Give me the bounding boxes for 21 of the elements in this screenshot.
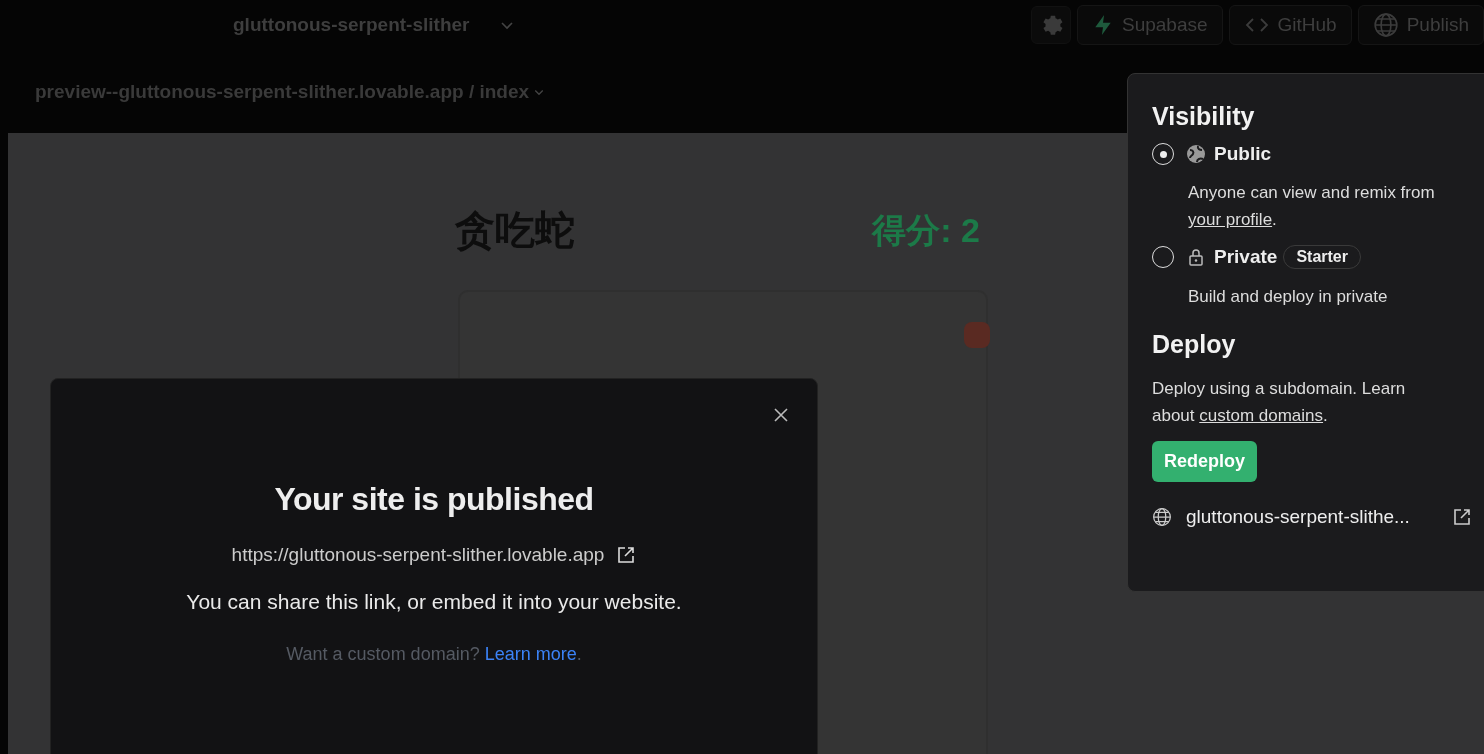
learn-more-link[interactable]: Learn more (484, 644, 577, 664)
redeploy-button[interactable]: Redeploy (1152, 441, 1258, 482)
profile-link[interactable]: your profile (1188, 210, 1273, 229)
share-note: You can share this link, or embed it into your website. (186, 590, 682, 614)
option-description: Build and deploy in private (1188, 286, 1389, 308)
dialog-title: Your site is published (274, 481, 594, 518)
custom-domains-link[interactable]: custom domains (1199, 406, 1324, 425)
close-icon[interactable] (773, 407, 789, 423)
section-heading: Visibility (1152, 102, 1256, 131)
external-link-icon[interactable] (1452, 507, 1472, 527)
domain-link[interactable]: gluttonous-serpent-slithe... (1186, 506, 1438, 528)
deploy-description: Deploy using a subdomain. Learn about custom domains. (1152, 378, 1407, 427)
option-label[interactable]: Public (1214, 143, 1271, 165)
site-url[interactable]: https://gluttonous-serpent-slither.lovable.app (231, 544, 605, 566)
score-label: 得分: 2 (872, 209, 980, 251)
option-description: Anyone can view and remix from your profile. (1188, 182, 1436, 231)
option-label[interactable]: Private (1214, 246, 1278, 268)
external-link-icon[interactable] (616, 545, 637, 565)
lock-icon (1186, 247, 1206, 267)
section-heading: Deploy (1152, 330, 1237, 359)
domain-hint: Want a custom domain? Learn more. (286, 644, 582, 665)
